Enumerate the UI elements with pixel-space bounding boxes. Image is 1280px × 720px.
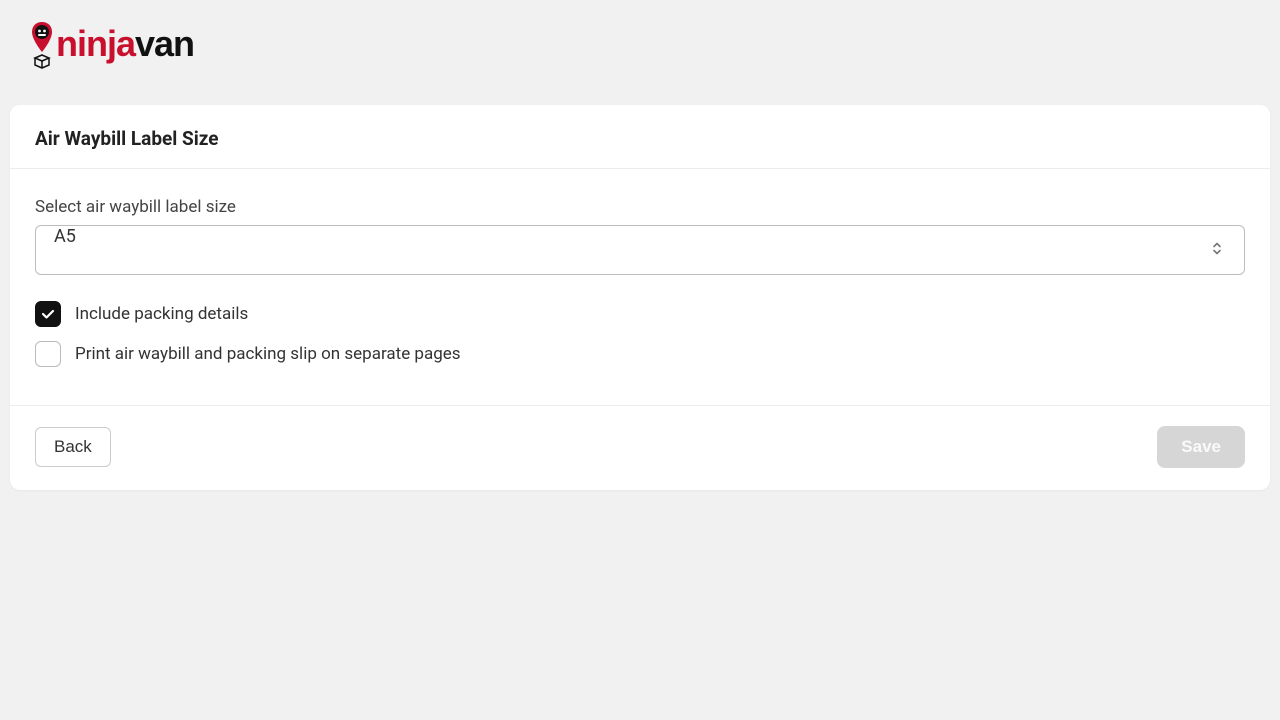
- size-select[interactable]: A5: [35, 225, 1245, 275]
- separate-pages-label: Print air waybill and packing slip on se…: [75, 344, 461, 364]
- ninjavan-logo: ninjavan: [28, 18, 223, 77]
- settings-card: Air Waybill Label Size Select air waybil…: [10, 105, 1270, 490]
- card-header: Air Waybill Label Size: [10, 105, 1270, 169]
- check-icon: [40, 306, 56, 322]
- card-title: Air Waybill Label Size: [35, 127, 1245, 150]
- svg-text:ninjavan: ninjavan: [56, 23, 194, 64]
- logo-ninja-text: ninja: [56, 23, 137, 64]
- back-button[interactable]: Back: [35, 427, 111, 467]
- include-packing-label: Include packing details: [75, 304, 248, 324]
- save-button[interactable]: Save: [1157, 426, 1245, 468]
- logo-van-text: van: [135, 23, 194, 64]
- include-packing-checkbox[interactable]: [35, 301, 61, 327]
- separate-pages-checkbox[interactable]: [35, 341, 61, 367]
- card-footer: Back Save: [10, 405, 1270, 490]
- logo-area: ninjavan: [10, 0, 1270, 87]
- card-body: Select air waybill label size A5 Include…: [10, 169, 1270, 405]
- size-label: Select air waybill label size: [35, 197, 1245, 217]
